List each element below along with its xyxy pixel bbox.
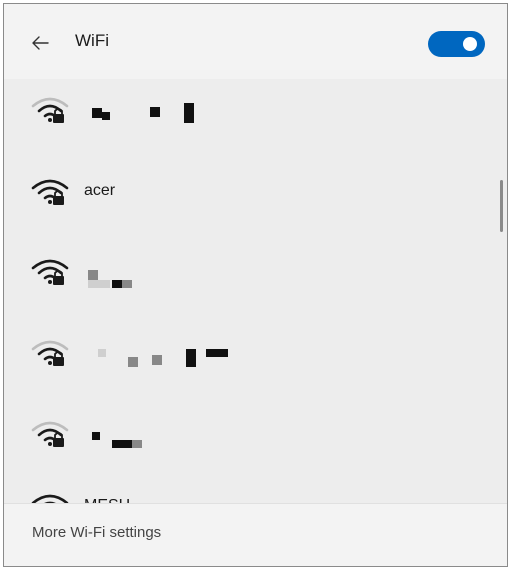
network-item[interactable] <box>4 82 493 138</box>
wifi-header: WiFi <box>4 4 507 79</box>
network-item[interactable]: MESH <box>4 479 493 506</box>
wifi-secured-icon <box>30 418 70 450</box>
scrollbar-thumb[interactable] <box>500 180 503 232</box>
more-wifi-settings-link[interactable]: More Wi-Fi settings <box>32 524 161 541</box>
network-name-redacted <box>82 333 282 373</box>
network-item[interactable] <box>4 244 493 300</box>
wifi-secured-icon <box>30 94 70 126</box>
back-arrow-icon[interactable] <box>30 32 52 54</box>
toggle-knob <box>463 37 477 51</box>
network-list: acer MESH <box>4 79 507 506</box>
wifi-secured-icon <box>30 256 70 288</box>
network-item[interactable]: acer <box>4 164 493 220</box>
wifi-secured-icon <box>30 337 70 369</box>
network-name: acer <box>84 182 116 199</box>
wifi-secured-icon <box>30 176 70 208</box>
network-item[interactable] <box>4 406 493 462</box>
wifi-quick-settings-panel: WiFi acer MESH More Wi-Fi settings <box>3 3 508 567</box>
network-item[interactable] <box>4 325 493 381</box>
wifi-toggle[interactable] <box>428 31 485 57</box>
page-title: WiFi <box>75 31 109 50</box>
footer: More Wi-Fi settings <box>4 503 507 566</box>
network-name-redacted <box>82 414 282 454</box>
network-name-redacted <box>82 252 282 292</box>
network-name-redacted <box>82 90 282 130</box>
